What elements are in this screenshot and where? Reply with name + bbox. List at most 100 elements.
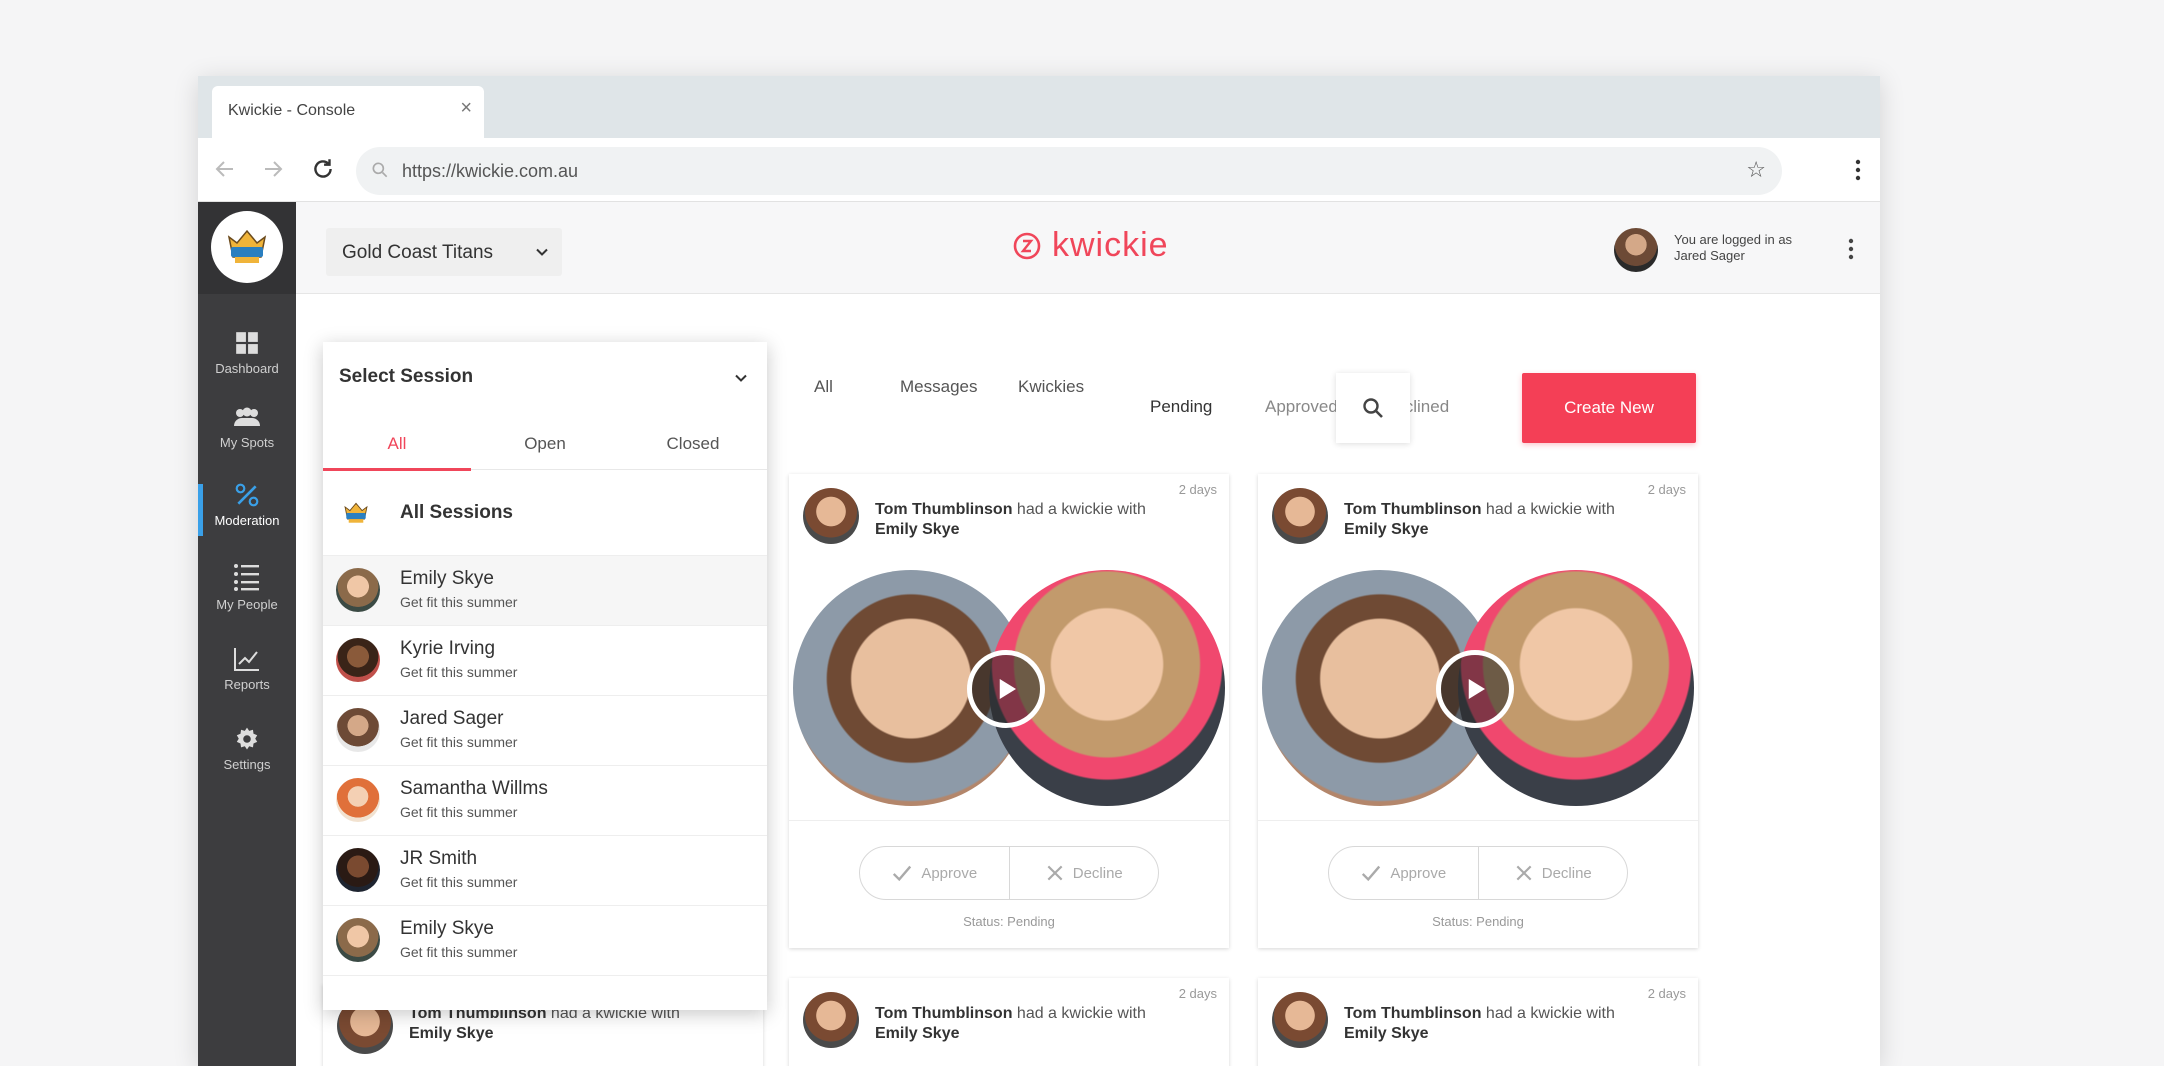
approve-label: Approve xyxy=(1390,864,1447,882)
tab-approved[interactable]: Approved xyxy=(1265,397,1338,417)
avatar[interactable] xyxy=(803,992,859,1048)
sidebar-item-my-people[interactable]: My People xyxy=(198,562,296,614)
avatar xyxy=(336,638,380,682)
organization-name: Gold Coast Titans xyxy=(342,242,494,263)
tab-kwickies[interactable]: Kwickies xyxy=(1018,377,1084,397)
sidebar: Dashboard My Spots Moderation My People … xyxy=(198,202,296,1066)
list-item[interactable]: Jared Sager Get fit this summer xyxy=(323,696,767,766)
card-header: Tom Thumblinson had a kwickie with Emily … xyxy=(1258,978,1698,1058)
search-button[interactable] xyxy=(1336,373,1410,443)
video-thumbnail[interactable] xyxy=(793,566,1225,806)
from-name: Tom Thumblinson xyxy=(1344,1005,1482,1022)
address-bar[interactable]: https://kwickie.com.au ☆ xyxy=(356,147,1782,195)
close-icon[interactable]: × xyxy=(460,98,472,118)
list-item[interactable]: Emily Skye Get fit this summer xyxy=(323,556,767,626)
to-name: Emily Skye xyxy=(875,521,960,538)
decline-button[interactable]: Decline xyxy=(1477,847,1628,899)
brand-name: kwickie xyxy=(1052,226,1169,264)
reload-icon[interactable] xyxy=(306,152,340,186)
organization-select[interactable]: Gold Coast Titans xyxy=(326,228,562,276)
browser-toolbar: https://kwickie.com.au ☆ xyxy=(198,138,1880,202)
list-item[interactable]: Emily Skye Get fit this summer xyxy=(323,906,767,976)
close-icon xyxy=(1516,865,1532,881)
tab-closed-sessions[interactable]: Closed xyxy=(619,434,767,454)
brand-logo: kwickie xyxy=(1012,226,1169,265)
to-name: Emily Skye xyxy=(1344,521,1429,538)
status-text: Status: Pending xyxy=(1432,914,1524,929)
avatar xyxy=(336,848,380,892)
play-icon[interactable] xyxy=(967,650,1045,728)
session-subtitle: Get fit this summer xyxy=(400,874,518,890)
user-avatar[interactable] xyxy=(1614,228,1658,272)
status-text: Status: Pending xyxy=(963,914,1055,929)
session-select-title: Select Session xyxy=(339,366,474,387)
tab-all-sessions[interactable]: All xyxy=(323,434,471,454)
avatar xyxy=(336,918,380,962)
kebab-menu-icon[interactable] xyxy=(1848,156,1868,184)
logged-in-label: You are logged in as xyxy=(1674,232,1793,247)
approve-button[interactable]: Approve xyxy=(1329,847,1478,899)
card-description: Tom Thumblinson had a kwickie with Emily … xyxy=(875,1004,1175,1044)
from-name: Tom Thumblinson xyxy=(875,1005,1013,1022)
decline-button[interactable]: Decline xyxy=(1008,847,1159,899)
avatar xyxy=(336,708,380,752)
sidebar-item-settings[interactable]: Settings xyxy=(198,726,296,774)
approve-button[interactable]: Approve xyxy=(860,847,1009,899)
browser-tab[interactable]: Kwickie - Console × xyxy=(212,86,484,138)
all-sessions-item[interactable]: All Sessions xyxy=(323,470,767,556)
session-name: Emily Skye xyxy=(400,568,494,589)
timestamp: 2 days xyxy=(1647,482,1686,497)
tab-pending[interactable]: Pending xyxy=(1150,397,1212,417)
list-icon xyxy=(234,564,259,591)
video-thumbnail[interactable] xyxy=(1262,566,1694,806)
create-new-button[interactable]: Create New xyxy=(1522,373,1696,443)
timestamp: 2 days xyxy=(1178,482,1217,497)
avatar[interactable] xyxy=(1272,488,1328,544)
close-icon xyxy=(1047,865,1063,881)
sidebar-item-dashboard[interactable]: Dashboard xyxy=(198,330,296,378)
sidebar-item-reports[interactable]: Reports xyxy=(198,646,296,694)
tab-messages[interactable]: Messages xyxy=(900,377,977,397)
avatar[interactable] xyxy=(1272,992,1328,1048)
forward-arrow-icon[interactable] xyxy=(256,152,290,186)
sidebar-item-moderation[interactable]: Moderation xyxy=(198,482,296,530)
session-name: JR Smith xyxy=(400,848,478,869)
session-name: Kyrie Irving xyxy=(400,638,496,659)
chevron-down-icon xyxy=(536,248,548,256)
avatar xyxy=(336,568,380,612)
decline-label: Decline xyxy=(1541,864,1592,882)
session-subtitle: Get fit this summer xyxy=(400,664,518,680)
moderation-actions: Approve Decline xyxy=(1328,846,1628,900)
sidebar-item-label: My Spots xyxy=(219,435,275,450)
avatar xyxy=(336,778,380,822)
grid-icon xyxy=(236,332,258,354)
card-description: Tom Thumblinson had a kwickie with Emily … xyxy=(1344,500,1644,540)
avatar[interactable] xyxy=(803,488,859,544)
titans-logo-icon xyxy=(227,229,267,263)
tab-open-sessions[interactable]: Open xyxy=(471,434,619,454)
play-icon[interactable] xyxy=(1436,650,1514,728)
card-description: Tom Thumblinson had a kwickie with Emily … xyxy=(1344,1004,1644,1044)
star-icon[interactable]: ☆ xyxy=(1746,159,1766,181)
search-icon xyxy=(1363,398,1383,418)
card-verb: had a kwickie with xyxy=(1481,1005,1615,1022)
check-icon xyxy=(893,865,912,882)
card-description: Tom Thumblinson had a kwickie with Emily … xyxy=(875,500,1175,540)
session-name: Jared Sager xyxy=(400,708,504,729)
list-item[interactable]: Kyrie Irving Get fit this summer xyxy=(323,626,767,696)
tab-all[interactable]: All xyxy=(814,377,833,397)
back-arrow-icon[interactable] xyxy=(208,152,242,186)
session-select-header[interactable]: Select Session xyxy=(323,342,767,412)
list-item[interactable]: Samantha Willms Get fit this summer xyxy=(323,766,767,836)
moderation-actions: Approve Decline xyxy=(859,846,1159,900)
team-logo[interactable] xyxy=(211,211,283,283)
list-item[interactable]: JR Smith Get fit this summer xyxy=(323,836,767,906)
url-text: https://kwickie.com.au xyxy=(402,161,579,181)
session-subtitle: Get fit this summer xyxy=(400,944,518,960)
card-verb: had a kwickie with xyxy=(1012,1005,1146,1022)
check-icon xyxy=(1362,865,1381,882)
kebab-menu-icon[interactable] xyxy=(1844,236,1858,262)
chart-icon xyxy=(234,648,259,671)
sidebar-item-my-spots[interactable]: My Spots xyxy=(198,406,296,452)
sidebar-item-label: Reports xyxy=(224,677,270,692)
